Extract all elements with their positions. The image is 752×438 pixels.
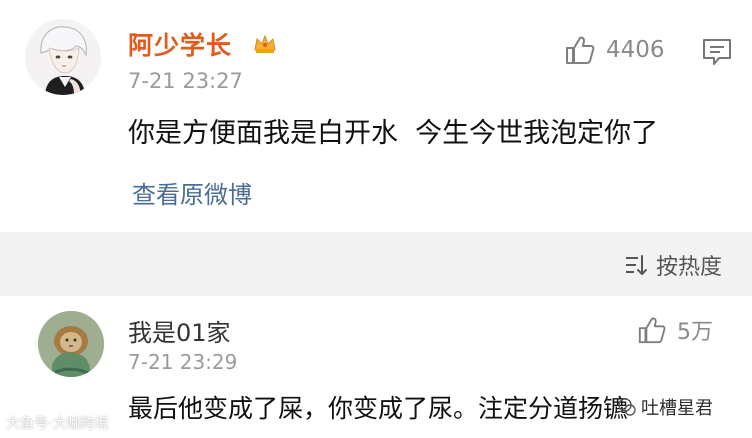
avatar[interactable] <box>38 311 104 377</box>
comment-icon[interactable] <box>702 38 732 66</box>
weibo-comment-thread: 阿少学长 7-21 23:27 4406 你是方便面我是白开水 今生今世我泡定你… <box>0 0 752 438</box>
like-count: 5万 <box>677 320 713 345</box>
sort-icon <box>625 255 647 276</box>
watermark-right-text: 吐槽星君 <box>641 398 713 419</box>
wechat-icon <box>618 398 636 416</box>
comment-text: 你是方便面我是白开水 今生今世我泡定你了 <box>128 118 659 149</box>
view-original-weibo-link[interactable]: 查看原微博 <box>132 175 252 210</box>
watermark-right: 吐槽星君 <box>617 394 713 420</box>
comment-username[interactable]: 阿少学长 <box>128 26 232 62</box>
avatar-illustration <box>25 19 101 95</box>
thumbs-up-icon <box>566 36 595 64</box>
comment-item: 阿少学长 7-21 23:27 4406 你是方便面我是白开水 今生今世我泡定你… <box>0 0 752 232</box>
sort-bar: 按热度 <box>0 232 752 296</box>
sort-label: 按热度 <box>655 255 722 280</box>
avatar[interactable] <box>25 19 101 95</box>
thumbs-up-icon <box>638 317 666 344</box>
comment-text: 最后他变成了屎，你变成了尿。注定分道扬镳 <box>128 394 629 423</box>
watermark-left: 大鱼号·大咖跨境 <box>6 416 109 432</box>
avatar-illustration <box>38 311 104 377</box>
like-button[interactable]: 4406 <box>564 34 665 66</box>
like-button[interactable]: 5万 <box>637 314 713 346</box>
comment-username[interactable]: 我是01家 <box>128 313 231 348</box>
crown-icon <box>254 34 276 53</box>
comment-timestamp: 7-21 23:27 <box>128 69 243 93</box>
comment-timestamp: 7-21 23:29 <box>128 350 238 374</box>
like-count: 4406 <box>606 37 665 63</box>
sort-by-hotness-button[interactable]: 按热度 <box>624 249 722 281</box>
